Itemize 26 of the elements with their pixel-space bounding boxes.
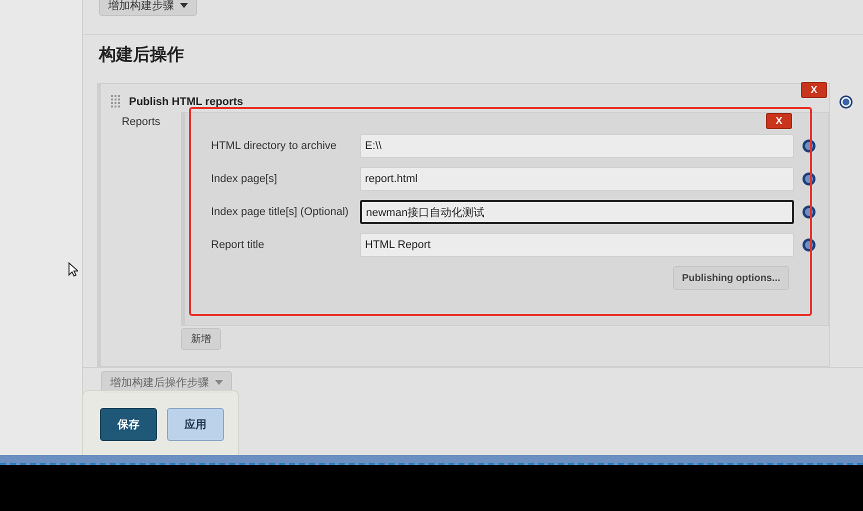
field-label: Report title (211, 239, 266, 251)
publishing-options-button[interactable]: Publishing options... (673, 266, 790, 290)
drag-handle-icon (111, 95, 121, 109)
help-icon[interactable] (802, 205, 816, 219)
apply-button[interactable]: 应用 (167, 408, 224, 441)
delete-button[interactable]: X (801, 82, 827, 98)
text-field[interactable]: newman接口自动化测试 (360, 200, 794, 224)
field-label: HTML directory to archive (211, 140, 338, 152)
help-icon[interactable] (802, 172, 816, 186)
text-field[interactable]: report.html (360, 167, 794, 191)
field-label: Index page title[s] (Optional) (211, 206, 350, 218)
mouse-cursor-icon (68, 262, 78, 277)
caret-icon (180, 2, 188, 8)
delete-button[interactable]: X (766, 113, 792, 129)
add-button[interactable]: 新增 (181, 328, 221, 350)
text-field[interactable]: HTML Report (360, 233, 794, 257)
help-icon[interactable] (802, 238, 816, 252)
text-field[interactable]: E:\\ (360, 134, 794, 158)
caret-icon (215, 380, 223, 384)
section-title: 构建后操作 (98, 44, 185, 66)
help-icon[interactable] (802, 139, 816, 153)
field-label: Index page[s] (211, 173, 278, 185)
publisher-title: Publish HTML reports (129, 96, 244, 108)
save-button[interactable]: 保存 (100, 408, 157, 441)
reports-label: Reports (120, 115, 162, 130)
help-icon[interactable] (839, 95, 853, 109)
